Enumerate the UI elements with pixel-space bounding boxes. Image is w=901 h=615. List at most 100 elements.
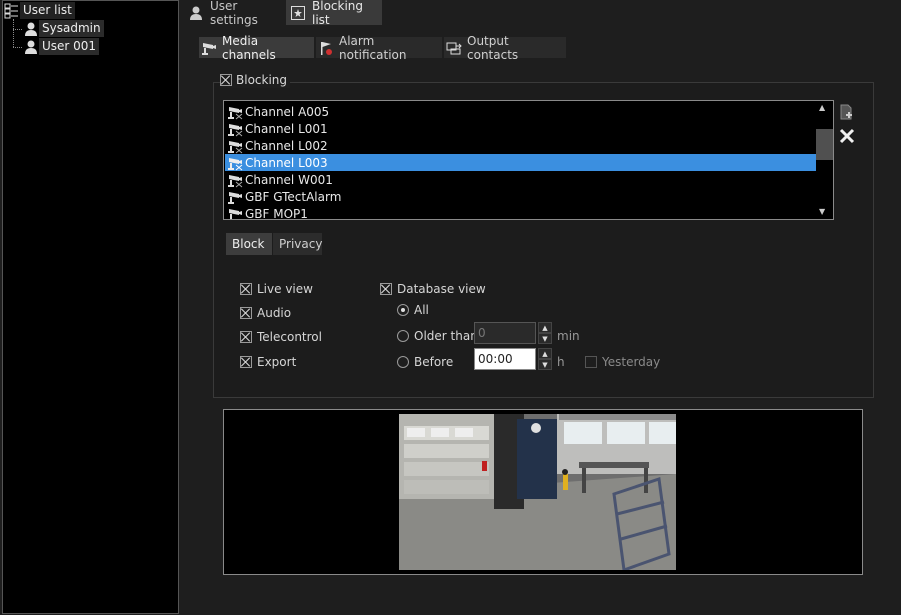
older-than-unit: min	[557, 329, 580, 343]
camera-icon	[227, 189, 243, 205]
tab-privacy[interactable]: Privacy	[273, 233, 322, 255]
telecontrol-option[interactable]: Telecontrol	[240, 329, 322, 345]
option-label: Export	[257, 355, 297, 369]
close-icon	[839, 128, 855, 144]
list-tree-icon	[4, 3, 20, 19]
option-label: Audio	[257, 306, 292, 320]
tab-label: Output contacts	[467, 33, 519, 62]
camera-icon	[227, 104, 243, 120]
tab-alarm-notification[interactable]: Alarm notification	[316, 34, 442, 62]
before-unit: h	[557, 355, 565, 369]
tab-label: Privacy	[279, 237, 323, 251]
audio-checkbox[interactable]	[240, 307, 252, 319]
older-than-input[interactable]: 0	[474, 322, 536, 344]
list-item[interactable]: GBF GTectAlarm	[225, 188, 817, 205]
camera-icon	[227, 206, 243, 219]
option-label: Live view	[257, 282, 313, 296]
live-view-option[interactable]: Live view	[240, 281, 313, 297]
option-label: Older than	[414, 329, 478, 343]
all-option[interactable]: All	[397, 302, 429, 318]
camera-icon	[227, 155, 243, 171]
stepper-up-icon[interactable]: ▲	[538, 348, 552, 359]
user-icon	[23, 39, 39, 55]
tab-label: Alarm notification	[339, 33, 407, 62]
channel-list-scrollbar[interactable]	[816, 101, 833, 219]
older-than-stepper[interactable]: ▲ ▼	[538, 322, 552, 344]
list-item[interactable]: Channel L001	[225, 120, 817, 137]
tree-root-label: User list	[20, 2, 75, 19]
remove-channel-button[interactable]	[837, 126, 857, 146]
option-label: All	[414, 303, 429, 317]
export-option[interactable]: Export	[240, 354, 296, 370]
blocking-label: Blocking	[236, 73, 288, 87]
tab-label: User settings	[210, 0, 258, 27]
before-radio[interactable]	[397, 356, 409, 368]
scroll-down-icon[interactable]: ▼	[819, 207, 825, 216]
add-item-icon	[839, 104, 855, 120]
alarm-flag-icon	[318, 40, 334, 56]
tab-label: Blocking list	[312, 0, 364, 27]
tab-media-channels[interactable]: Media channels	[199, 34, 314, 62]
scroll-up-icon[interactable]: ▲	[819, 103, 825, 112]
option-label: Before	[414, 355, 454, 369]
tab-blocking-list[interactable]: Blocking list	[286, 0, 382, 27]
channel-label: Channel W001	[245, 172, 333, 187]
tab-label: Media channels	[222, 33, 276, 62]
tree-item-sysadmin[interactable]: Sysadmin	[23, 20, 104, 37]
older-than-option[interactable]: Older than	[397, 328, 478, 344]
list-item[interactable]: Channel W001	[225, 171, 817, 188]
tree-item-label: Sysadmin	[39, 20, 104, 37]
camera-preview-image	[399, 414, 676, 570]
before-time-input[interactable]: 00:00	[474, 348, 536, 370]
telecontrol-checkbox[interactable]	[240, 331, 252, 343]
audio-option[interactable]: Audio	[240, 305, 291, 321]
tree-item-label: User 001	[39, 38, 100, 55]
user-tree[interactable]: User list Sysadmin User 001	[2, 0, 179, 614]
live-view-checkbox[interactable]	[240, 283, 252, 295]
list-item-selected[interactable]: Channel L003	[225, 154, 817, 171]
camera-icon	[227, 121, 243, 137]
list-item[interactable]: Channel A005	[225, 103, 817, 120]
channel-label: Channel L003	[245, 155, 328, 170]
channel-label: Channel L001	[245, 121, 328, 136]
channel-label: GBF GTectAlarm	[245, 189, 342, 204]
all-radio[interactable]	[397, 304, 409, 316]
before-option[interactable]: Before	[397, 354, 453, 370]
option-label: Yesterday	[602, 355, 661, 369]
scrollbar-thumb[interactable]	[816, 129, 833, 160]
stepper-down-icon[interactable]: ▼	[538, 333, 552, 344]
older-than-radio[interactable]	[397, 330, 409, 342]
add-channel-button[interactable]	[837, 102, 857, 122]
output-contacts-icon	[446, 40, 462, 56]
camera-icon	[227, 138, 243, 154]
tab-label: Block	[232, 237, 265, 251]
database-view-option[interactable]: Database view	[380, 281, 486, 297]
before-time-stepper[interactable]: ▲ ▼	[538, 348, 552, 370]
tab-block[interactable]: Block	[226, 233, 272, 255]
camera-icon	[227, 172, 243, 188]
channel-label: GBF MOP1	[245, 206, 308, 220]
stepper-up-icon[interactable]: ▲	[538, 322, 552, 333]
yesterday-option[interactable]: Yesterday	[585, 354, 660, 370]
list-item[interactable]: Channel L002	[225, 137, 817, 154]
export-checkbox[interactable]	[240, 356, 252, 368]
camera-icon	[201, 40, 217, 56]
list-item[interactable]: GBF MOP1	[225, 205, 817, 220]
yesterday-checkbox[interactable]	[585, 356, 597, 368]
database-view-checkbox[interactable]	[380, 283, 392, 295]
star-box-icon	[290, 5, 306, 21]
tab-user-settings[interactable]: User settings	[184, 0, 285, 27]
option-label: Database view	[397, 282, 486, 296]
tree-item-user-001[interactable]: User 001	[23, 38, 100, 55]
option-label: Telecontrol	[257, 330, 322, 344]
stepper-down-icon[interactable]: ▼	[538, 359, 552, 370]
channel-label: Channel L002	[245, 138, 328, 153]
user-icon	[23, 21, 39, 37]
channel-list[interactable]: Channel A005 Channel L001 Channel L002 C…	[223, 100, 834, 220]
blocking-checkbox[interactable]	[220, 74, 232, 86]
tree-root-user-list[interactable]: User list	[4, 2, 75, 19]
user-icon	[188, 5, 204, 21]
channel-label: Channel A005	[245, 104, 330, 119]
blocking-toggle[interactable]: Blocking	[220, 72, 291, 88]
tab-output-contacts[interactable]: Output contacts	[444, 34, 566, 62]
